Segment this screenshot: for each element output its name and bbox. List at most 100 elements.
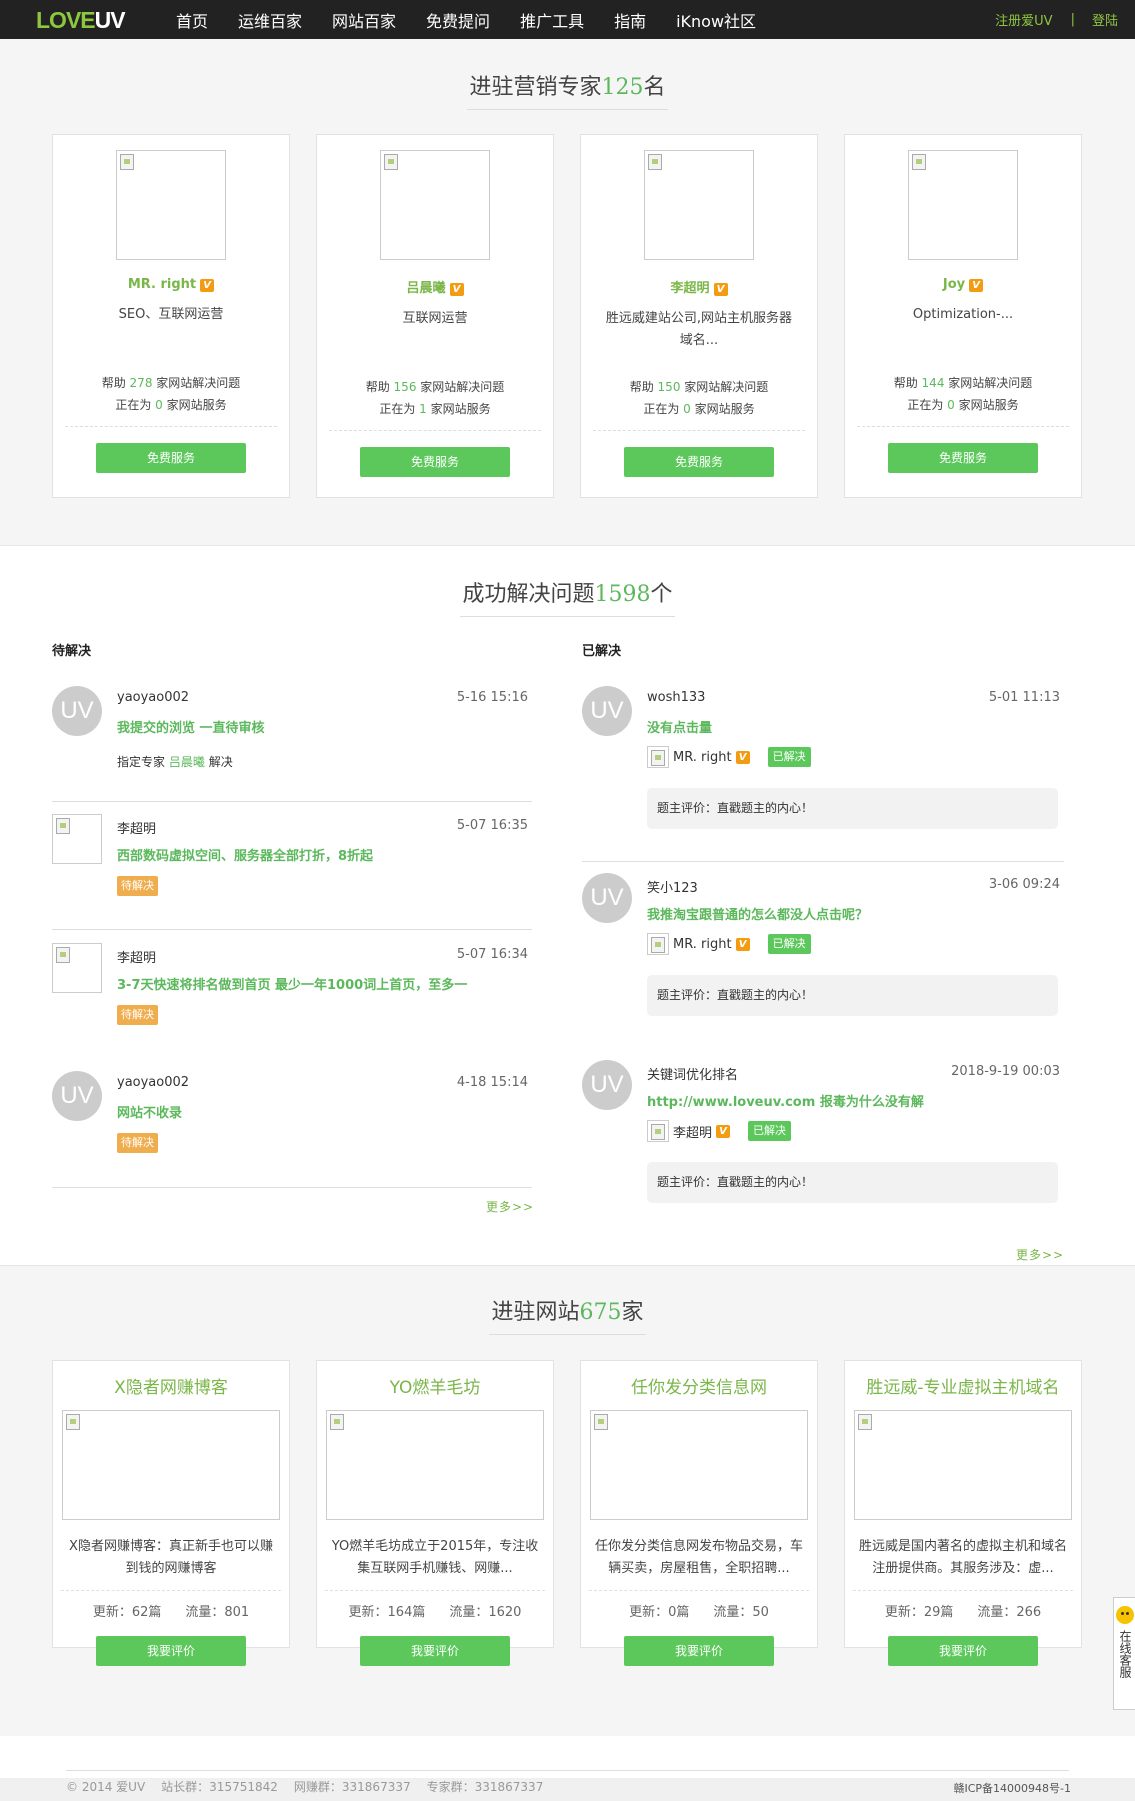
question-user[interactable]: 李超明 (117, 818, 156, 837)
user-avatar[interactable]: UV (582, 1060, 632, 1110)
user-avatar[interactable]: UV (582, 686, 632, 736)
question-user[interactable]: 李超明 (117, 947, 156, 966)
free-service-button[interactable]: 免费服务 (624, 447, 774, 477)
footer-divider (66, 1770, 1069, 1771)
expert-name[interactable]: MR. right (673, 937, 732, 952)
nav-item-guide[interactable]: 指南 (614, 8, 646, 32)
pending-question-item[interactable]: UV yaoyao002 4-18 15:14 网站不收录 待解决 (52, 1071, 532, 1188)
question-title[interactable]: 没有点击量 (647, 717, 712, 736)
site-thumbnail[interactable] (326, 1410, 544, 1520)
serving-prefix: 正在为 (643, 402, 680, 416)
broken-image-icon (384, 154, 398, 170)
site-name[interactable]: 任你发分类信息网 (581, 1373, 817, 1398)
question-time: 5-01 11:13 (988, 690, 1060, 705)
nav-item-community[interactable]: iKnow社区 (676, 8, 756, 32)
question-title[interactable]: 西部数码虚拟空间、服务器全部打折，8折起 (117, 845, 373, 864)
expert-mini-avatar[interactable] (647, 746, 669, 768)
site-thumbnail[interactable] (854, 1410, 1072, 1520)
serving-prefix: 正在为 (115, 398, 152, 412)
nav-item-ops[interactable]: 运维百家 (238, 8, 302, 32)
questions-section: 成功解决问题1598个 待解决 已解决 UV yaoyao002 5-16 15… (0, 546, 1135, 1266)
site-name[interactable]: 胜远威-专业虚拟主机域名 (845, 1373, 1081, 1398)
broken-image-icon (594, 1414, 608, 1430)
site-card: YO燃羊毛坊 YO燃羊毛坊成立于2015年，专注收集互联网手机赚钱、网赚... … (316, 1360, 554, 1666)
nav-item-ask[interactable]: 免费提问 (426, 8, 490, 32)
expert-avatar[interactable] (116, 150, 226, 260)
rate-button[interactable]: 我要评价 (888, 1636, 1038, 1666)
question-title[interactable]: 我提交的浏览 一直待审核 (117, 717, 265, 736)
comment-box: 题主评价：直戳题主的内心！ (647, 1162, 1058, 1203)
free-service-button[interactable]: 免费服务 (96, 443, 246, 473)
question-title[interactable]: 网站不收录 (117, 1102, 182, 1121)
question-user[interactable]: 关键词优化排名 (647, 1064, 738, 1083)
register-link[interactable]: 注册爱UV (995, 10, 1052, 29)
user-avatar[interactable]: UV (52, 1071, 102, 1121)
expert-name[interactable]: 李超明 (673, 1122, 712, 1141)
online-service-label: 在线客服 (1118, 1630, 1132, 1678)
broken-image-icon (330, 1414, 344, 1430)
solved-more-link[interactable]: 更多>> (1016, 1246, 1064, 1263)
expert-name[interactable]: Joy (943, 277, 965, 292)
nav-item-home[interactable]: 首页 (176, 8, 208, 32)
user-avatar[interactable] (52, 943, 102, 993)
pending-more-link[interactable]: 更多>> (486, 1198, 534, 1215)
questions-title-text: 成功解决问题 (462, 582, 595, 607)
site-logo[interactable]: LOVEUV (36, 8, 126, 32)
site-name[interactable]: X隐者网赚博客 (53, 1373, 289, 1398)
question-user[interactable]: yaoyao002 (117, 1075, 189, 1090)
expert-mini-avatar[interactable] (647, 933, 669, 955)
answering-expert: MR. right V 已解决 (647, 933, 811, 955)
rate-button[interactable]: 我要评价 (96, 1636, 246, 1666)
site-traffic: 流量：1620 (449, 1605, 522, 1620)
expert-stats: 帮助 156 家网站解决问题 正在为 1 家网站服务 (329, 376, 541, 431)
expert-avatar[interactable] (380, 150, 490, 260)
question-user[interactable]: yaoyao002 (117, 690, 189, 705)
solved-question-item[interactable]: UV wosh133 5-01 11:13 没有点击量 MR. right V 已… (582, 686, 1064, 862)
expert-mini-avatar[interactable] (647, 1120, 669, 1142)
rate-button[interactable]: 我要评价 (360, 1636, 510, 1666)
question-title[interactable]: 3-7天快速将排名做到首页 最少一年1000词上首页，至多一 (117, 974, 467, 993)
question-user[interactable]: 笑小123 (647, 877, 698, 896)
expert-name[interactable]: 吕晨曦 (406, 281, 445, 296)
nav-item-sites[interactable]: 网站百家 (332, 8, 396, 32)
expert-name[interactable]: 李超明 (670, 281, 709, 296)
help-count: 156 (393, 380, 417, 394)
experts-section: 进驻营销专家125名 MR. right V SEO、互联网运营 帮助 278 家… (0, 39, 1135, 546)
free-service-button[interactable]: 免费服务 (360, 447, 510, 477)
nav-item-tools[interactable]: 推广工具 (520, 8, 584, 32)
site-thumbnail[interactable] (590, 1410, 808, 1520)
expert-name[interactable]: MR. right (128, 277, 196, 292)
free-service-button[interactable]: 免费服务 (888, 443, 1038, 473)
pending-question-item[interactable]: 李超明 5-07 16:34 3-7天快速将排名做到首页 最少一年1000词上首… (52, 943, 532, 1059)
pending-question-item[interactable]: 李超明 5-07 16:35 西部数码虚拟空间、服务器全部打折，8折起 待解决 (52, 814, 532, 930)
site-thumbnail[interactable] (62, 1410, 280, 1520)
site-card: 胜远威-专业虚拟主机域名 胜远威是国内著名的虚拟主机和域名注册提供商。其服务涉及… (844, 1360, 1082, 1666)
questions-title-suffix: 个 (650, 582, 673, 607)
assigned-expert[interactable]: 吕晨曦 (169, 755, 205, 769)
serving-suffix: 家网站服务 (694, 402, 755, 416)
rate-button[interactable]: 我要评价 (624, 1636, 774, 1666)
serving-count: 1 (419, 402, 427, 416)
expert-avatar[interactable] (908, 150, 1018, 260)
question-user[interactable]: wosh133 (647, 690, 705, 705)
pending-question-item[interactable]: UV yaoyao002 5-16 15:16 我提交的浏览 一直待审核 指定专… (52, 686, 532, 802)
help-prefix: 帮助 (629, 380, 654, 394)
user-avatar[interactable]: UV (52, 686, 102, 736)
login-link[interactable]: 登陆 (1092, 10, 1118, 29)
serving-prefix: 正在为 (907, 398, 944, 412)
footer-group-expert: 专家群：331867337 (426, 1780, 544, 1794)
question-title[interactable]: http://www.loveuv.com 报毒为什么没有解 (647, 1091, 924, 1110)
expert-name[interactable]: MR. right (673, 750, 732, 765)
footer-icp[interactable]: 赣ICP备14000948号-1 (953, 1780, 1071, 1796)
broken-image-icon (651, 750, 665, 766)
site-name[interactable]: YO燃羊毛坊 (317, 1373, 553, 1398)
serving-suffix: 家网站服务 (430, 402, 491, 416)
solved-question-item[interactable]: UV 笑小123 3-06 09:24 我推淘宝跟普通的怎么都没人点击呢？ MR… (582, 873, 1064, 1049)
online-service-widget[interactable]: 在线客服 (1113, 1597, 1135, 1710)
expert-avatar[interactable] (644, 150, 754, 260)
question-title[interactable]: 我推淘宝跟普通的怎么都没人点击呢？ (647, 904, 868, 923)
question-time: 5-07 16:35 (456, 818, 528, 833)
user-avatar[interactable] (52, 814, 102, 864)
user-avatar[interactable]: UV (582, 873, 632, 923)
solved-question-item[interactable]: UV 关键词优化排名 2018-9-19 00:03 http://www.lo… (582, 1060, 1064, 1230)
